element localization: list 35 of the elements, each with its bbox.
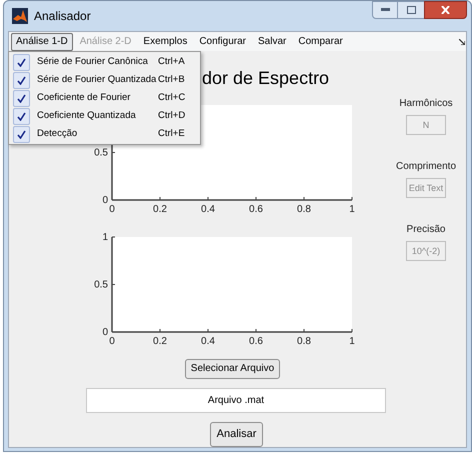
- dropdown-item[interactable]: Coeficiente de Fourier Ctrl+C: [37, 89, 200, 107]
- tick-label: 0.6: [249, 336, 263, 347]
- tick-label: 0.4: [201, 204, 215, 215]
- tick-label: 1: [102, 232, 108, 243]
- menu-item[interactable]: Exemplos: [138, 32, 192, 50]
- file-field[interactable]: Arquivo .mat: [86, 388, 386, 414]
- tick-label: 0.5: [94, 148, 108, 158]
- tick-label: 1: [349, 204, 355, 215]
- tick-label: 0.8: [297, 336, 311, 347]
- dropdown-item[interactable]: Série de Fourier Canônica Ctrl+A: [37, 53, 200, 71]
- tick-label: 0.4: [201, 336, 215, 347]
- dropdown-item[interactable]: Coeficiente Quantizada Ctrl+D: [37, 107, 200, 125]
- select-file-button[interactable]: Selecionar Arquivo: [184, 359, 280, 379]
- tick-label: 0: [102, 195, 108, 206]
- tick-label: 0.8: [297, 204, 311, 215]
- tick-label: 1: [349, 336, 355, 347]
- tick-label: 0: [109, 204, 115, 215]
- tick-label: 0: [102, 327, 108, 338]
- dropdown-item[interactable]: Detecção Ctrl+E: [37, 125, 200, 143]
- menu-item[interactable]: Salvar: [253, 32, 292, 50]
- tick-label: 0.6: [249, 204, 263, 215]
- field-label: Precisão: [406, 223, 446, 237]
- tick-label: 0: [109, 336, 115, 347]
- dropdown-item[interactable]: Série de Fourier Quantizada Ctrl+B: [37, 71, 200, 89]
- menu-item[interactable]: Configurar: [194, 32, 252, 50]
- window-title: Analisador: [34, 8, 91, 24]
- analyze-button[interactable]: Analisar: [210, 422, 264, 447]
- field-label: Comprimento: [396, 160, 456, 174]
- tick-label: 0.5: [94, 280, 108, 290]
- tick-label: 0.2: [153, 204, 167, 215]
- app-heading: dor de Espectro: [202, 67, 330, 89]
- menu-item[interactable]: Comparar: [293, 32, 348, 50]
- menu-item[interactable]: Análise 1-D: [11, 32, 73, 50]
- field-label: Harmônicos: [399, 97, 453, 111]
- tick-label: 0.2: [153, 336, 167, 347]
